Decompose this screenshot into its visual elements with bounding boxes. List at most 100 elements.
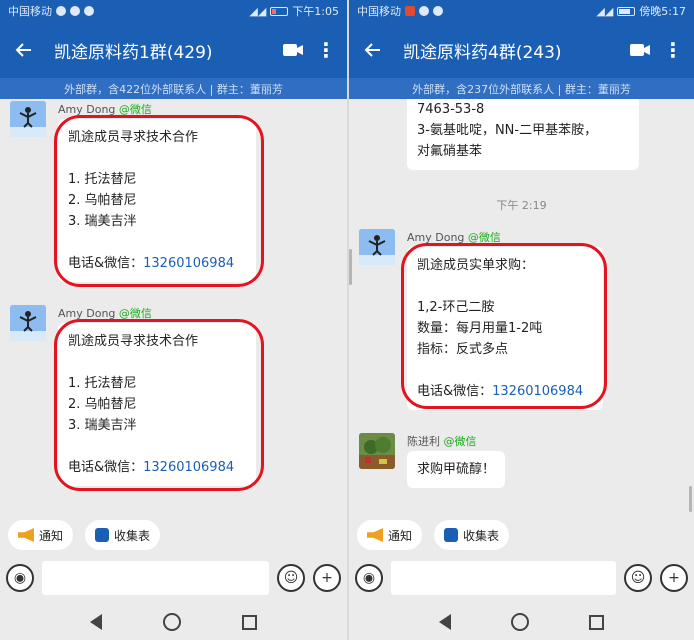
- group-title: 凯途原料药4群(243): [403, 42, 562, 63]
- form-button[interactable]: 收集表: [434, 520, 510, 550]
- notice-button[interactable]: 通知: [8, 520, 74, 550]
- sender-name-text: 陈进利: [407, 435, 440, 448]
- message-line: [68, 436, 246, 457]
- sender-name-text: Amy Dong: [58, 103, 116, 116]
- message-line: 3-氨基吡啶，NN-二甲基苯胺，: [417, 123, 598, 138]
- group-info-bar[interactable]: 外部群，含237位外部联系人 | 群主：董丽芳: [349, 78, 694, 99]
- app-notification-icon: [419, 6, 429, 16]
- contact-line: 电话&微信：13260106984: [68, 457, 246, 478]
- left-chat-screen: 中国移动 ◢◢ 下午1:05 凯途原料药1群(429) ⋮ 外部群，含422位外…: [0, 0, 347, 640]
- form-label: 收集表: [463, 528, 500, 543]
- nav-back-icon[interactable]: [439, 614, 451, 630]
- message-input[interactable]: [391, 561, 616, 595]
- message-bubble[interactable]: 凯途成员实单求购： 1,2-环己二胺 数量：每月用量1-2吨 指标：反式多点 电…: [407, 247, 603, 410]
- status-bar: 中国移动 ◢◢ 下午1:05: [0, 0, 347, 22]
- phone-link[interactable]: 13260106984: [143, 256, 234, 271]
- contact-line: 电话&微信：13260106984: [68, 253, 246, 274]
- nav-recents-icon[interactable]: [589, 614, 604, 630]
- back-arrow-icon[interactable]: [6, 32, 42, 68]
- message-line: [68, 148, 246, 169]
- battery-level: [619, 8, 631, 14]
- phone-link[interactable]: 13260106984: [492, 384, 583, 399]
- system-nav-bar: [349, 604, 694, 640]
- app-bar: 凯途原料药4群(243) ⋮: [349, 22, 694, 78]
- signal-icon: ◢◢: [596, 4, 614, 18]
- wechat-tag: @微信: [118, 307, 152, 320]
- form-icon: [95, 528, 110, 542]
- megaphone-icon: [18, 528, 34, 542]
- message-line: 2. 乌帕替尼: [68, 193, 137, 208]
- message-line: [68, 352, 246, 373]
- message-line: 求购甲硫醇！: [417, 462, 496, 477]
- message-bubble[interactable]: 7463-53-8 3-氨基吡啶，NN-二甲基苯胺， 对氟硝基苯: [407, 99, 639, 170]
- contact-label: 电话&微信：: [68, 460, 144, 475]
- chat-list[interactable]: Amy Dong @微信 凯途成员寻求技术合作 1. 托法替尼 2. 乌帕替尼 …: [0, 99, 347, 511]
- avatar[interactable]: [359, 229, 395, 265]
- system-nav-bar: [0, 604, 347, 640]
- message-line: [68, 232, 246, 253]
- emoji-icon[interactable]: ☺: [624, 564, 652, 592]
- message-item: Amy Dong @微信 凯途成员实单求购： 1,2-环己二胺 数量：每月用量1…: [359, 229, 684, 419]
- message-line: 凯途成员寻求技术合作: [68, 130, 199, 145]
- nav-recents-icon[interactable]: [241, 614, 257, 630]
- chat-list[interactable]: 7463-53-8 3-氨基吡啶，NN-二甲基苯胺， 对氟硝基苯 下午 2:19…: [349, 99, 694, 511]
- message-line: 1. 托法替尼: [68, 376, 137, 391]
- sender-name: Amy Dong @微信: [407, 229, 501, 245]
- contact-label: 电话&微信：: [68, 256, 144, 271]
- battery-level: [272, 8, 277, 14]
- form-label: 收集表: [114, 528, 151, 543]
- message-item: Amy Dong @微信 凯途成员寻求技术合作 1. 托法替尼 2. 乌帕替尼 …: [10, 101, 337, 291]
- form-button[interactable]: 收集表: [85, 520, 161, 550]
- message-input[interactable]: [42, 561, 269, 595]
- quick-actions-bar: 通知 收集表: [349, 515, 694, 555]
- notice-button[interactable]: 通知: [357, 520, 423, 550]
- avatar[interactable]: [10, 305, 46, 341]
- avatar-image: [359, 229, 395, 265]
- message-bubble[interactable]: 凯途成员寻求技术合作 1. 托法替尼 2. 乌帕替尼 3. 瑞美吉泮 电话&微信…: [58, 119, 256, 282]
- group-info-bar[interactable]: 外部群，含422位外部联系人 | 群主：董丽芳: [0, 78, 347, 99]
- message-line: 3. 瑞美吉泮: [68, 418, 137, 433]
- message-bubble[interactable]: 求购甲硫醇！: [407, 451, 506, 488]
- avatar-image: [10, 101, 46, 137]
- contact-label: 电话&微信：: [417, 384, 493, 399]
- message-timestamp: 下午 2:19: [496, 199, 547, 212]
- message-line: 2. 乌帕替尼: [68, 397, 137, 412]
- message-bubble[interactable]: 凯途成员寻求技术合作 1. 托法替尼 2. 乌帕替尼 3. 瑞美吉泮 电话&微信…: [58, 323, 256, 486]
- nav-home-icon[interactable]: [511, 613, 529, 631]
- megaphone-icon: [367, 528, 383, 542]
- scrollbar-thumb[interactable]: [349, 249, 352, 285]
- wechat-tag: @微信: [443, 435, 477, 448]
- app-bar: 凯途原料药1群(429) ⋮: [0, 22, 347, 78]
- signal-icon: ◢◢: [249, 4, 267, 18]
- quick-actions-bar: 通知 收集表: [0, 515, 347, 555]
- clock: 下午1:05: [292, 5, 339, 18]
- scrollbar-thumb[interactable]: [689, 486, 692, 512]
- back-arrow-icon-graphic: [15, 43, 31, 57]
- video-call-icon[interactable]: [275, 32, 311, 68]
- emoji-icon[interactable]: ☺: [277, 564, 305, 592]
- more-options-icon[interactable]: ⋮: [311, 32, 341, 68]
- plus-icon[interactable]: +: [313, 564, 341, 592]
- nav-home-icon[interactable]: [162, 613, 181, 631]
- notice-label: 通知: [388, 528, 413, 543]
- video-call-icon[interactable]: [622, 32, 658, 68]
- avatar[interactable]: [359, 433, 395, 469]
- more-options-icon[interactable]: ⋮: [658, 32, 688, 68]
- contact-line: 电话&微信：13260106984: [417, 381, 593, 402]
- back-arrow-icon-graphic: [364, 43, 380, 57]
- message-line: 凯途成员寻求技术合作: [68, 334, 199, 349]
- app-notification-icon: [433, 6, 443, 16]
- avatar-image: [359, 433, 395, 469]
- avatar[interactable]: [10, 101, 46, 137]
- video-call-icon-graphic: [283, 44, 303, 56]
- carrier-label: 中国移动: [8, 5, 52, 18]
- voice-icon[interactable]: ◉: [6, 564, 34, 592]
- battery-icon: [270, 6, 289, 16]
- plus-icon[interactable]: +: [660, 564, 688, 592]
- voice-icon[interactable]: ◉: [355, 564, 383, 592]
- nav-back-icon[interactable]: [90, 614, 103, 630]
- message-line: 3. 瑞美吉泮: [68, 214, 137, 229]
- phone-link[interactable]: 13260106984: [143, 460, 234, 475]
- back-arrow-icon[interactable]: [355, 32, 391, 68]
- message-line: 凯途成员实单求购：: [417, 258, 535, 273]
